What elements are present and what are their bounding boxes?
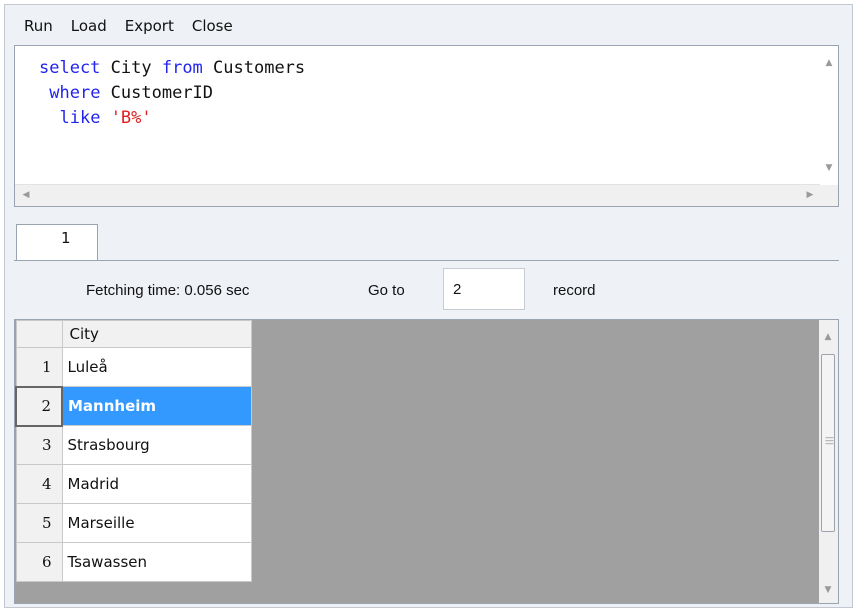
- menu-run[interactable]: Run: [12, 17, 62, 35]
- tab-result-1[interactable]: 1: [16, 224, 98, 260]
- goto-label: Go to: [368, 282, 405, 299]
- sql-identifier: [100, 108, 110, 128]
- column-header-city[interactable]: City: [61, 320, 252, 348]
- city-cell[interactable]: Marseille: [61, 503, 252, 543]
- scroll-down-arrow-icon[interactable]: ▼: [819, 585, 837, 595]
- table-row[interactable]: 1 Luleå: [15, 347, 252, 387]
- sql-string-literal: 'B%': [110, 108, 152, 128]
- row-number[interactable]: 1: [15, 347, 63, 387]
- row-number[interactable]: 2: [15, 385, 63, 427]
- record-label: record: [553, 282, 596, 299]
- city-cell[interactable]: Tsawassen: [61, 542, 252, 582]
- sql-keyword: where: [49, 83, 101, 103]
- menu-bar: Run Load Export Close: [12, 14, 242, 38]
- scroll-down-arrow-icon[interactable]: ▼: [820, 163, 838, 173]
- sql-keyword: select: [39, 58, 101, 78]
- sql-keyword: from: [161, 58, 203, 78]
- table-row[interactable]: 5 Marseille: [15, 503, 252, 543]
- editor-horizontal-scrollbar[interactable]: ◀ ▶: [15, 184, 820, 206]
- result-table: City 1 Luleå 2 Mannheim 3 Strasbourg 4 M…: [15, 320, 252, 582]
- sql-line: like 'B%': [39, 106, 305, 131]
- result-grid[interactable]: City 1 Luleå 2 Mannheim 3 Strasbourg 4 M…: [14, 319, 839, 604]
- sql-line: select City from Customers: [39, 56, 305, 81]
- goto-record-input[interactable]: 2: [443, 268, 525, 310]
- scroll-up-arrow-icon[interactable]: ▲: [819, 332, 837, 342]
- result-tabs: 1: [14, 224, 839, 261]
- table-row[interactable]: 4 Madrid: [15, 464, 252, 504]
- sql-code: select City from Customers where Custome…: [39, 56, 305, 131]
- table-row[interactable]: 6 Tsawassen: [15, 542, 252, 582]
- row-number[interactable]: 5: [15, 503, 63, 543]
- table-row[interactable]: 3 Strasbourg: [15, 425, 252, 465]
- scroll-left-arrow-icon[interactable]: ◀: [17, 190, 35, 200]
- grip-icon: — — —: [825, 433, 834, 449]
- grid-vertical-scrollbar[interactable]: ▲ — — — ▼: [819, 320, 838, 603]
- sql-line: where CustomerID: [39, 81, 305, 106]
- sql-keyword: like: [59, 108, 101, 128]
- sql-identifier: CustomerID: [100, 83, 214, 103]
- table-row-selected[interactable]: 2 Mannheim: [15, 385, 252, 427]
- grid-corner-cell[interactable]: [15, 320, 63, 348]
- scrollbar-thumb[interactable]: — — —: [821, 354, 835, 532]
- row-number[interactable]: 3: [15, 425, 63, 465]
- menu-export[interactable]: Export: [116, 17, 183, 35]
- city-cell[interactable]: Strasbourg: [61, 425, 252, 465]
- editor-vertical-scrollbar[interactable]: ▲ ▼: [820, 46, 838, 186]
- city-cell[interactable]: Madrid: [61, 464, 252, 504]
- fetching-time-label: Fetching time: 0.056 sec: [86, 282, 250, 299]
- menu-load[interactable]: Load: [62, 17, 116, 35]
- city-cell[interactable]: Luleå: [61, 347, 252, 387]
- sql-identifier: Customers: [202, 58, 306, 78]
- scrollbar-corner: [820, 185, 838, 206]
- row-number[interactable]: 4: [15, 464, 63, 504]
- scroll-up-arrow-icon[interactable]: ▲: [820, 58, 838, 68]
- sql-identifier: City: [100, 58, 162, 78]
- sql-editor[interactable]: select City from Customers where Custome…: [14, 45, 839, 207]
- scroll-right-arrow-icon[interactable]: ▶: [801, 190, 819, 200]
- menu-close[interactable]: Close: [183, 17, 242, 35]
- row-number[interactable]: 6: [15, 542, 63, 582]
- result-info-bar: Fetching time: 0.056 sec Go to 2 record: [14, 268, 839, 314]
- city-cell[interactable]: Mannheim: [61, 386, 252, 426]
